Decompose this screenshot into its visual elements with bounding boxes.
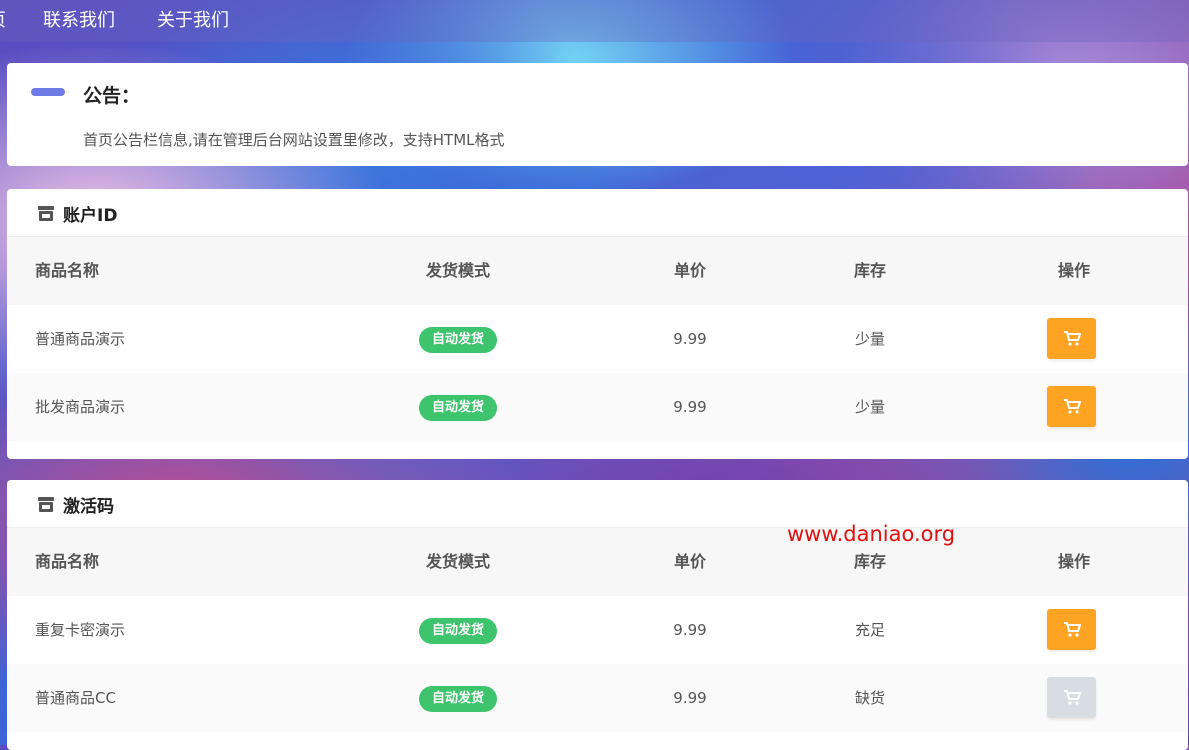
category-title: 账户ID <box>63 206 118 226</box>
col-header-action: 操作 <box>1057 261 1090 280</box>
delivery-badge: 自动发货 <box>418 685 497 712</box>
delivery-badge: 自动发货 <box>418 394 497 421</box>
cart-icon <box>1063 398 1081 414</box>
col-header-stock: 库存 <box>853 261 886 280</box>
notice-accent-bar <box>31 88 65 96</box>
buy-button-disabled[interactable] <box>1047 677 1096 718</box>
product-stock: 少量 <box>854 330 885 348</box>
table-header-row: 商品名称 发货模式 单价 库存 操作 <box>7 528 1188 596</box>
table-row: 普通商品演示 自动发货 9.99 少量 <box>7 305 1188 373</box>
product-name[interactable]: 普通商品CC <box>35 664 116 732</box>
col-header-price: 单价 <box>673 552 706 571</box>
product-name[interactable]: 重复卡密演示 <box>35 596 125 664</box>
cart-icon <box>1063 689 1081 705</box>
delivery-mode-cell: 自动发货 <box>417 664 499 732</box>
product-price: 9.99 <box>673 330 707 348</box>
notice-card: 公告： 首页公告栏信息,请在管理后台网站设置里修改，支持HTML格式 <box>7 63 1188 166</box>
category-header: 激活码 <box>7 480 1188 528</box>
category-card-account-id: 账户ID 商品名称 发货模式 单价 库存 操作 普通商品演示 自动发货 9.99… <box>7 189 1188 459</box>
buy-button[interactable] <box>1047 386 1096 427</box>
delivery-badge: 自动发货 <box>418 326 497 353</box>
product-stock: 缺货 <box>854 689 885 707</box>
col-header-action: 操作 <box>1057 552 1090 571</box>
table-row: 批发商品演示 自动发货 9.99 少量 <box>7 373 1188 441</box>
nav-item-home[interactable]: 页 <box>0 10 6 32</box>
watermark-text: www.daniao.org <box>787 522 956 546</box>
product-stock: 少量 <box>854 398 885 416</box>
product-name[interactable]: 普通商品演示 <box>35 305 125 373</box>
notice-title: 公告： <box>83 85 141 107</box>
store-icon <box>38 206 54 221</box>
product-price: 9.99 <box>673 621 707 639</box>
delivery-mode-cell: 自动发货 <box>417 305 499 373</box>
buy-button[interactable] <box>1047 318 1096 359</box>
category-title: 激活码 <box>63 497 114 517</box>
nav-item-contact[interactable]: 联系我们 <box>43 10 115 32</box>
top-nav: 页 联系我们 关于我们 <box>0 0 1189 42</box>
col-header-name: 商品名称 <box>35 261 100 280</box>
store-icon <box>38 497 54 512</box>
table-row: 重复卡密演示 自动发货 9.99 充足 <box>7 596 1188 664</box>
delivery-mode-cell: 自动发货 <box>417 596 499 664</box>
category-card-activation-code: 激活码 商品名称 发货模式 单价 库存 操作 重复卡密演示 自动发货 9.99 … <box>7 480 1188 750</box>
col-header-mode: 发货模式 <box>425 552 490 571</box>
nav-item-about[interactable]: 关于我们 <box>157 10 229 32</box>
product-price: 9.99 <box>673 398 707 416</box>
table-row: 普通商品CC 自动发货 9.99 缺货 <box>7 664 1188 732</box>
col-header-mode: 发货模式 <box>425 261 490 280</box>
product-stock: 充足 <box>854 621 885 639</box>
cart-icon <box>1063 330 1081 346</box>
delivery-mode-cell: 自动发货 <box>417 373 499 441</box>
product-name[interactable]: 批发商品演示 <box>35 373 125 441</box>
buy-button[interactable] <box>1047 609 1096 650</box>
col-header-name: 商品名称 <box>35 552 100 571</box>
notice-text: 首页公告栏信息,请在管理后台网站设置里修改，支持HTML格式 <box>83 131 505 149</box>
product-price: 9.99 <box>673 689 707 707</box>
cart-icon <box>1063 621 1081 637</box>
col-header-price: 单价 <box>673 261 706 280</box>
delivery-badge: 自动发货 <box>418 617 497 644</box>
table-header-row: 商品名称 发货模式 单价 库存 操作 <box>7 237 1188 305</box>
category-header: 账户ID <box>7 189 1188 237</box>
